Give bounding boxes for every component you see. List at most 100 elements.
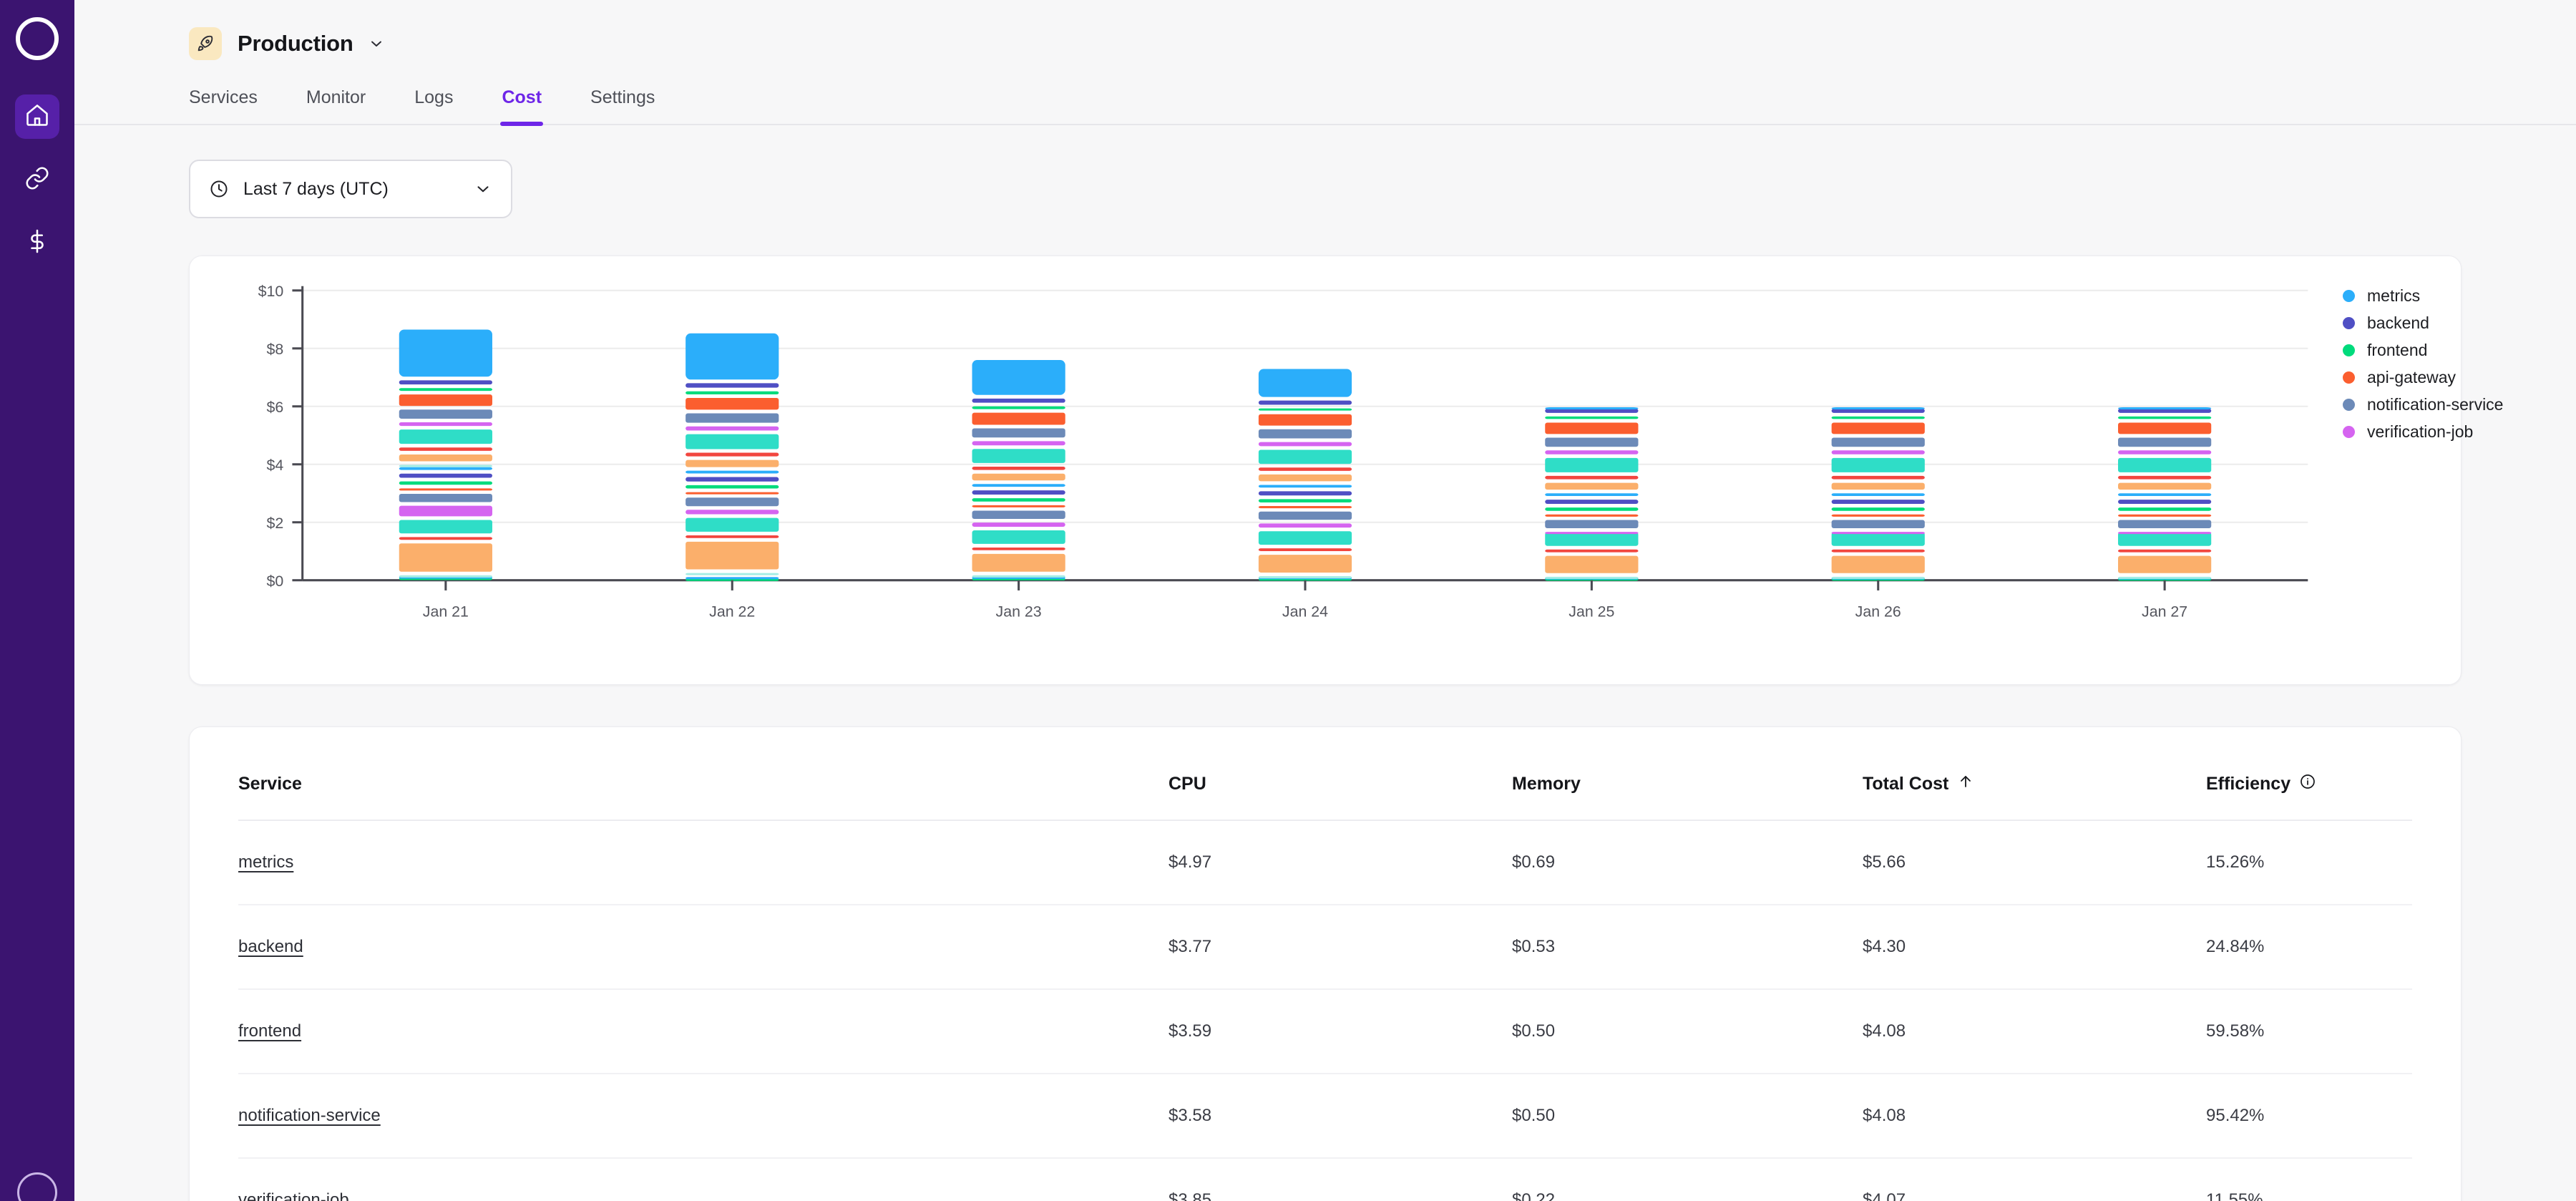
cell-efficiency: 24.84% xyxy=(2206,905,2412,990)
cell-efficiency: 95.42% xyxy=(2206,1074,2412,1159)
cell-cpu: $3.59 xyxy=(1169,989,1512,1074)
cell-efficiency: 11.55% xyxy=(2206,1158,2412,1201)
svg-text:Jan 22: Jan 22 xyxy=(709,603,755,621)
table-row[interactable]: notification-service $3.58 $0.50 $4.08 95.42… xyxy=(238,1074,2412,1159)
clock-icon xyxy=(209,179,229,199)
svg-text:$0: $0 xyxy=(266,573,283,590)
legend-label: notification-service xyxy=(2367,394,2504,414)
table-row[interactable]: backend $3.77 $0.53 $4.30 24.84% xyxy=(238,905,2412,990)
dollar-icon xyxy=(24,228,50,258)
date-range-value: Last 7 days (UTC) xyxy=(243,178,389,199)
environment-switcher[interactable]: Production xyxy=(74,0,2576,60)
link-icon xyxy=(24,165,50,195)
table-row[interactable]: verification-job $3.85 $0.22 $4.07 11.55% xyxy=(238,1158,2412,1201)
cell-efficiency: 59.58% xyxy=(2206,989,2412,1074)
table-header-row: Service CPU Memory Total Cost Efficiency xyxy=(238,727,2412,821)
column-label-total-cost: Total Cost xyxy=(1863,774,1949,794)
chart-legend: metrics backend frontend api-gateway notific… xyxy=(2343,282,2503,445)
sidebar xyxy=(0,0,74,1201)
avatar[interactable] xyxy=(17,1172,57,1201)
sidebar-item-billing[interactable] xyxy=(15,220,59,265)
chevron-down-icon[interactable] xyxy=(368,35,385,52)
table-body: metrics $4.97 $0.69 $5.66 15.26% backend $3.77… xyxy=(238,820,2412,1201)
stacked-bar-chart: $0 $2 $4 $6 $8 $10 Jan 21 Jan 22 Jan 23 Jan 24 Jan… xyxy=(258,283,2308,621)
tab-bar: Services Monitor Logs Cost Settings xyxy=(74,87,2576,126)
service-cost-table-card: Service CPU Memory Total Cost Efficiency… xyxy=(189,726,2462,1201)
svg-text:Jan 24: Jan 24 xyxy=(1282,603,1328,621)
cell-service: notification-service xyxy=(238,1074,1169,1159)
svg-text:$8: $8 xyxy=(266,341,283,358)
cell-memory: $0.69 xyxy=(1512,820,1863,905)
main-content: Production Services Monitor Logs Cost Se… xyxy=(74,0,2576,1201)
table-row[interactable]: metrics $4.97 $0.69 $5.66 15.26% xyxy=(238,820,2412,905)
tab-settings[interactable]: Settings xyxy=(590,87,655,124)
svg-text:Jan 27: Jan 27 xyxy=(2142,603,2187,621)
legend-item[interactable]: api-gateway xyxy=(2343,364,2503,391)
legend-color-swatch xyxy=(2343,371,2355,384)
cell-total-cost: $5.66 xyxy=(1863,820,2206,905)
cell-service: metrics xyxy=(238,820,1169,905)
legend-item[interactable]: frontend xyxy=(2343,336,2503,364)
service-link[interactable]: backend xyxy=(238,937,303,956)
column-header-service[interactable]: Service xyxy=(238,727,1169,821)
legend-label: verification-job xyxy=(2367,422,2474,441)
cell-service: verification-job xyxy=(238,1158,1169,1201)
legend-item[interactable]: metrics xyxy=(2343,282,2503,309)
legend-item[interactable]: backend xyxy=(2343,309,2503,336)
svg-text:$6: $6 xyxy=(266,399,283,416)
chevron-down-icon[interactable] xyxy=(474,180,492,198)
svg-text:$2: $2 xyxy=(266,515,283,532)
tab-logs[interactable]: Logs xyxy=(414,87,453,124)
table-row[interactable]: frontend $3.59 $0.50 $4.08 59.58% xyxy=(238,989,2412,1074)
svg-text:$4: $4 xyxy=(266,457,283,474)
cell-memory: $0.50 xyxy=(1512,989,1863,1074)
service-link[interactable]: metrics xyxy=(238,852,293,872)
cell-service: backend xyxy=(238,905,1169,990)
legend-color-swatch xyxy=(2343,316,2355,329)
column-header-total-cost[interactable]: Total Cost xyxy=(1863,727,2206,821)
tab-monitor[interactable]: Monitor xyxy=(306,87,366,124)
tab-cost[interactable]: Cost xyxy=(500,87,543,126)
legend-label: backend xyxy=(2367,313,2429,332)
cell-memory: $0.22 xyxy=(1512,1158,1863,1201)
column-label-service: Service xyxy=(238,774,302,794)
column-header-memory[interactable]: Memory xyxy=(1512,727,1863,821)
cell-efficiency: 15.26% xyxy=(2206,820,2412,905)
info-circle-icon[interactable] xyxy=(2299,773,2316,795)
svg-text:Jan 21: Jan 21 xyxy=(423,603,469,621)
column-header-efficiency[interactable]: Efficiency xyxy=(2206,727,2412,821)
service-link[interactable]: notification-service xyxy=(238,1106,381,1125)
column-label-memory: Memory xyxy=(1512,774,1581,794)
svg-text:Jan 23: Jan 23 xyxy=(996,603,1042,621)
user-avatar xyxy=(17,1172,57,1201)
cell-total-cost: $4.30 xyxy=(1863,905,2206,990)
rocket-icon xyxy=(189,27,222,60)
legend-item[interactable]: verification-job xyxy=(2343,418,2503,445)
page-title: Production xyxy=(238,31,353,56)
sidebar-item-home[interactable] xyxy=(15,94,59,139)
sidebar-item-integrations[interactable] xyxy=(15,157,59,202)
column-header-cpu[interactable]: CPU xyxy=(1169,727,1512,821)
legend-label: metrics xyxy=(2367,286,2421,305)
legend-color-swatch xyxy=(2343,289,2355,302)
cell-total-cost: $4.07 xyxy=(1863,1158,2206,1201)
cell-memory: $0.53 xyxy=(1512,905,1863,990)
svg-text:Jan 25: Jan 25 xyxy=(1568,603,1614,621)
date-range-select[interactable]: Last 7 days (UTC) xyxy=(189,160,512,218)
svg-text:Jan 26: Jan 26 xyxy=(1855,603,1901,621)
column-label-efficiency: Efficiency xyxy=(2206,774,2291,794)
service-link[interactable]: frontend xyxy=(238,1021,301,1041)
legend-color-swatch xyxy=(2343,398,2355,411)
tab-services[interactable]: Services xyxy=(189,87,258,124)
legend-label: frontend xyxy=(2367,340,2428,359)
service-cost-table: Service CPU Memory Total Cost Efficiency… xyxy=(238,727,2412,1201)
legend-color-swatch xyxy=(2343,344,2355,356)
column-label-cpu: CPU xyxy=(1169,774,1206,794)
cell-cpu: $3.85 xyxy=(1169,1158,1512,1201)
service-link[interactable]: verification-job xyxy=(238,1190,349,1201)
hexagon-logo-icon[interactable] xyxy=(14,16,60,62)
cell-memory: $0.50 xyxy=(1512,1074,1863,1159)
svg-text:$10: $10 xyxy=(258,283,284,300)
legend-item[interactable]: notification-service xyxy=(2343,391,2503,418)
legend-label: api-gateway xyxy=(2367,367,2457,386)
